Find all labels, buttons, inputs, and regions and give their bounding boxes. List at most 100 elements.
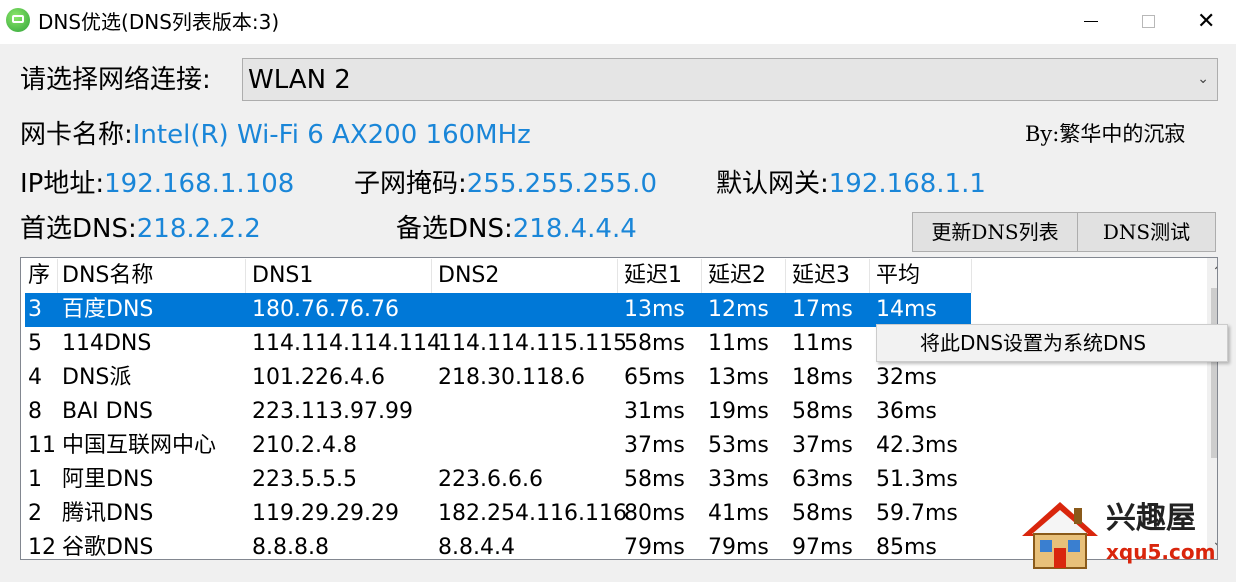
- cell-delay1: 80ms: [624, 501, 685, 526]
- dns-test-button[interactable]: DNS测试: [1077, 212, 1216, 252]
- mask-row: 子网掩码:255.255.255.0: [354, 168, 657, 200]
- dns2-row: 备选DNS:218.4.4.4: [396, 213, 637, 245]
- minimize-icon: [1084, 21, 1098, 22]
- column-divider[interactable]: [971, 259, 972, 293]
- cell-dns1: 180.76.76.76: [252, 297, 399, 322]
- scrollbar-thumb[interactable]: [1211, 288, 1217, 458]
- cell-delay3: 58ms: [792, 501, 853, 526]
- house-logo-icon: [1022, 502, 1098, 569]
- close-icon: ✕: [1197, 9, 1216, 34]
- cell-name: 百度DNS: [62, 297, 154, 322]
- cell-avg: 51.3ms: [876, 467, 958, 492]
- cell-dns1: 119.29.29.29: [252, 501, 399, 526]
- cell-avg: 32ms: [876, 365, 937, 390]
- cell-dns1: 114.114.114.114: [252, 331, 441, 356]
- cell-dns1: 8.8.8.8: [252, 535, 329, 560]
- col-header[interactable]: DNS1: [252, 259, 313, 293]
- gateway-label: 默认网关:: [716, 169, 829, 199]
- cell-delay3: 97ms: [792, 535, 853, 560]
- cell-avg: 59.7ms: [876, 501, 958, 526]
- network-select[interactable]: WLAN 2 ⌄: [242, 58, 1218, 101]
- cell-dns1: 101.226.4.6: [252, 365, 385, 390]
- dns1-label: 首选DNS:: [20, 214, 137, 244]
- update-dns-list-button[interactable]: 更新DNS列表: [912, 212, 1078, 252]
- col-header[interactable]: 延迟1: [624, 259, 682, 293]
- minimize-button[interactable]: [1062, 0, 1120, 44]
- cell-delay3: 11ms: [792, 331, 853, 356]
- cell-dns2: 182.254.116.116: [438, 501, 627, 526]
- close-button[interactable]: ✕: [1176, 0, 1234, 44]
- scroll-up-icon[interactable]: ⌃: [1212, 264, 1217, 280]
- cell-avg: 85ms: [876, 535, 937, 560]
- cell-delay3: 18ms: [792, 365, 853, 390]
- cell-delay3: 37ms: [792, 433, 853, 458]
- watermark-logo: 兴趣屋 xqu5.com: [1018, 496, 1218, 572]
- table-row[interactable]: 2 腾讯DNS 119.29.29.29 182.254.116.116 80m…: [25, 497, 1189, 531]
- cell-dns2: 114.114.115.115: [438, 331, 627, 356]
- cell-delay2: 11ms: [708, 331, 769, 356]
- cell-delay1: 58ms: [624, 331, 685, 356]
- cell-dns1: 223.5.5.5: [252, 467, 357, 492]
- cell-delay2: 13ms: [708, 365, 769, 390]
- cell-dns2: 8.8.4.4: [438, 535, 515, 560]
- table-row[interactable]: 4 DNS派 101.226.4.6 218.30.118.6 65ms 13m…: [25, 361, 1189, 395]
- cell-index: 8: [28, 399, 42, 424]
- cell-delay3: 58ms: [792, 399, 853, 424]
- col-header[interactable]: 延迟3: [792, 259, 850, 293]
- cell-delay1: 65ms: [624, 365, 685, 390]
- author-credit: By:繁华中的沉寂: [1025, 122, 1186, 146]
- cell-avg: 36ms: [876, 399, 937, 424]
- col-header[interactable]: DNS名称: [62, 259, 153, 293]
- cell-dns2: 218.30.118.6: [438, 365, 585, 390]
- set-system-dns-menu-item[interactable]: 将此DNS设置为系统DNS: [920, 328, 1146, 358]
- cell-delay2: 79ms: [708, 535, 769, 560]
- cell-index: 3: [28, 297, 42, 322]
- table-row[interactable]: 8 BAI DNS 223.113.97.99 31ms 19ms 58ms 3…: [25, 395, 1189, 429]
- adapter-value: Intel(R) Wi-Fi 6 AX200 160MHz: [132, 120, 531, 150]
- dns1-row: 首选DNS:218.2.2.2: [20, 213, 261, 245]
- cell-delay3: 63ms: [792, 467, 853, 492]
- col-header[interactable]: 平均: [876, 259, 920, 293]
- cell-delay1: 13ms: [624, 297, 685, 322]
- adapter-label: 网卡名称:: [20, 120, 133, 150]
- cell-delay1: 79ms: [624, 535, 685, 560]
- cell-delay2: 41ms: [708, 501, 769, 526]
- app-icon: [6, 8, 30, 32]
- col-header[interactable]: 延迟2: [708, 259, 766, 293]
- column-divider[interactable]: [245, 259, 246, 293]
- column-divider[interactable]: [869, 259, 870, 293]
- column-divider[interactable]: [57, 259, 58, 293]
- dns2-label: 备选DNS:: [396, 214, 513, 244]
- network-select-value: WLAN 2: [248, 65, 351, 95]
- table-row[interactable]: 1 阿里DNS 223.5.5.5 223.6.6.6 58ms 33ms 63…: [25, 463, 1189, 497]
- gateway-row: 默认网关:192.168.1.1: [716, 168, 986, 200]
- watermark-text: 兴趣屋: [1106, 501, 1196, 536]
- cell-delay2: 12ms: [708, 297, 769, 322]
- chevron-down-icon: ⌄: [1197, 71, 1209, 87]
- cell-name: BAI DNS: [62, 399, 153, 424]
- column-divider[interactable]: [431, 259, 432, 293]
- table-row[interactable]: 12 谷歌DNS 8.8.8.8 8.8.4.4 79ms 79ms 97ms …: [25, 531, 1189, 560]
- cell-dns2: 223.6.6.6: [438, 467, 543, 492]
- cell-delay1: 31ms: [624, 399, 685, 424]
- maximize-button: [1120, 0, 1178, 44]
- table-row[interactable]: 3 百度DNS 180.76.76.76 13ms 12ms 17ms 14ms: [25, 293, 1189, 327]
- dns2-value: 218.4.4.4: [512, 214, 637, 244]
- adapter-row: 网卡名称:Intel(R) Wi-Fi 6 AX200 160MHz: [20, 119, 531, 151]
- column-divider[interactable]: [701, 259, 702, 293]
- col-header[interactable]: DNS2: [438, 259, 499, 293]
- cell-index: 4: [28, 365, 42, 390]
- mask-value: 255.255.255.0: [466, 169, 657, 199]
- table-row[interactable]: 11 中国互联网中心 210.2.4.8 37ms 53ms 37ms 42.3…: [25, 429, 1189, 463]
- column-divider[interactable]: [617, 259, 618, 293]
- cell-delay3: 17ms: [792, 297, 853, 322]
- column-divider[interactable]: [785, 259, 786, 293]
- network-select-label: 请选择网络连接:: [20, 65, 211, 95]
- window-title: DNS优选(DNS列表版本:3): [38, 10, 280, 34]
- col-header[interactable]: 序: [28, 259, 50, 293]
- cell-delay1: 37ms: [624, 433, 685, 458]
- maximize-icon: [1142, 15, 1155, 28]
- context-menu: 将此DNS设置为系统DNS: [876, 324, 1228, 362]
- gateway-value: 192.168.1.1: [828, 169, 986, 199]
- ip-value: 192.168.1.108: [104, 169, 295, 199]
